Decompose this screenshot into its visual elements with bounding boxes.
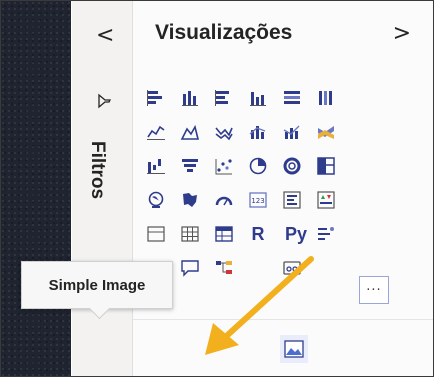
- filters-pane[interactable]: < Filtros: [72, 1, 133, 376]
- funnel-icon: [96, 93, 112, 113]
- key-influencers-icon[interactable]: [315, 223, 337, 245]
- funnel-chart-icon[interactable]: [179, 155, 201, 177]
- 100pct-column-icon[interactable]: [315, 87, 337, 109]
- table-icon[interactable]: [179, 223, 201, 245]
- area-chart-icon[interactable]: [179, 121, 201, 143]
- yellow-arrow-icon: [205, 256, 314, 355]
- ribbon-chart-icon[interactable]: [315, 121, 337, 143]
- expand-chevron-icon[interactable]: >: [393, 21, 411, 46]
- donut-icon[interactable]: [281, 155, 303, 177]
- waterfall-icon[interactable]: [145, 155, 167, 177]
- screenshot-frame: < Filtros Visualizações > 123 R Py ··· S…: [0, 0, 434, 377]
- kpi-icon[interactable]: [315, 189, 337, 211]
- multirow-card-icon[interactable]: [281, 189, 303, 211]
- simple-image-tooltip: Simple Image: [21, 261, 173, 309]
- gauge-icon[interactable]: [213, 189, 235, 211]
- more-visuals-button[interactable]: ···: [359, 276, 389, 304]
- filters-label[interactable]: Filtros: [86, 141, 108, 199]
- r-visual-icon[interactable]: R: [247, 223, 269, 245]
- clustered-column-icon[interactable]: [247, 87, 269, 109]
- pie-icon[interactable]: [247, 155, 269, 177]
- clustered-bar-icon[interactable]: [213, 87, 235, 109]
- stacked-column-icon[interactable]: [179, 87, 201, 109]
- collapse-filters-chevron-icon[interactable]: <: [96, 23, 114, 48]
- treemap-icon[interactable]: [315, 155, 337, 177]
- stacked-bar-icon[interactable]: [145, 87, 167, 109]
- matrix-icon[interactable]: [213, 223, 235, 245]
- filled-map-icon[interactable]: [179, 189, 201, 211]
- line-chart-icon[interactable]: [145, 121, 167, 143]
- slicer-icon[interactable]: [145, 223, 167, 245]
- visualizations-title: Visualizações: [155, 21, 293, 44]
- line-clustered-column-icon[interactable]: [247, 121, 269, 143]
- map-icon[interactable]: [145, 189, 167, 211]
- canvas-background: [1, 1, 71, 376]
- card-icon[interactable]: 123: [247, 189, 269, 211]
- scatter-icon[interactable]: [213, 155, 235, 177]
- stacked-area-icon[interactable]: [213, 121, 235, 143]
- 100pct-bar-icon[interactable]: [281, 87, 303, 109]
- svg-text:123: 123: [251, 197, 264, 205]
- python-visual-icon[interactable]: Py: [281, 223, 311, 245]
- line-stacked-column-icon[interactable]: [281, 121, 303, 143]
